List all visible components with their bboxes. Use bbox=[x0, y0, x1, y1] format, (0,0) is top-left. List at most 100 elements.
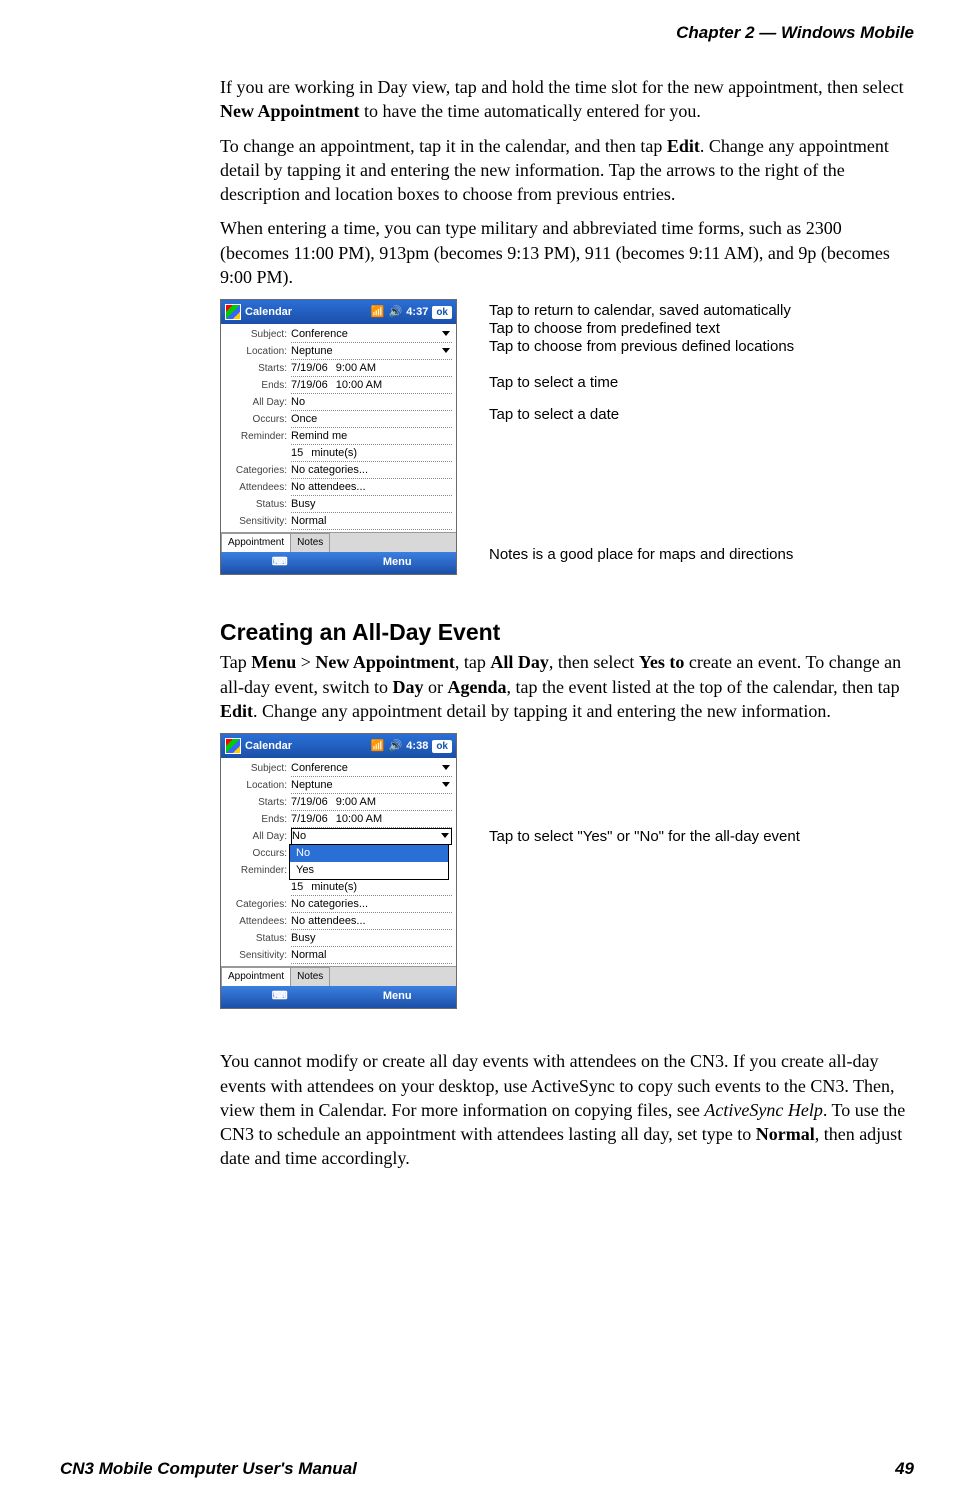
chevron-down-icon[interactable] bbox=[442, 331, 450, 336]
paragraph-allday: Tap Menu > New Appointment, tap All Day,… bbox=[220, 650, 914, 723]
field-allday[interactable]: No bbox=[291, 395, 452, 411]
chevron-down-icon[interactable] bbox=[442, 782, 450, 787]
status-icons: 📶 🔊 4:38 bbox=[371, 739, 428, 754]
label-location: Location: bbox=[225, 345, 291, 359]
figure-appointment-form: Calendar 📶 🔊 4:37 ok Subject:Conference … bbox=[220, 299, 914, 599]
field-location[interactable]: Neptune bbox=[291, 778, 452, 794]
callout-ok: Tap to return to calendar, saved automat… bbox=[489, 301, 791, 321]
label-categories: Categories: bbox=[225, 898, 291, 912]
paragraph-dayview: If you are working in Day view, tap and … bbox=[220, 75, 914, 124]
field-allday-dropdown[interactable]: No bbox=[291, 828, 452, 845]
label-starts: Starts: bbox=[225, 796, 291, 810]
field-status[interactable]: Busy bbox=[291, 931, 452, 947]
clock-text: 4:38 bbox=[406, 739, 428, 754]
label-allday: All Day: bbox=[225, 396, 291, 410]
t: , tap bbox=[455, 652, 491, 672]
callout-notes: Notes is a good place for maps and direc… bbox=[489, 545, 793, 565]
field-starts[interactable]: 7/19/06 9:00 AM bbox=[291, 361, 452, 377]
option-no[interactable]: No bbox=[290, 845, 448, 862]
chevron-down-icon[interactable] bbox=[441, 833, 449, 838]
label-ends: Ends: bbox=[225, 813, 291, 827]
field-sensitivity[interactable]: Normal bbox=[291, 948, 452, 964]
pda-tabs: Appointment Notes bbox=[221, 532, 456, 552]
heading-allday-event: Creating an All-Day Event bbox=[220, 617, 914, 648]
text: To change an appointment, tap it in the … bbox=[220, 136, 667, 156]
callout-date: Tap to select a date bbox=[489, 405, 619, 425]
pda-menubar: ⌨ Menu bbox=[221, 986, 456, 1008]
label-status: Status: bbox=[225, 932, 291, 946]
val: Neptune bbox=[291, 344, 333, 359]
field-subject[interactable]: Conference bbox=[291, 761, 452, 777]
label-reminder: Reminder: bbox=[225, 864, 291, 878]
field-attendees[interactable]: No attendees... bbox=[291, 914, 452, 930]
field-status[interactable]: Busy bbox=[291, 497, 452, 513]
val: Conference bbox=[291, 327, 348, 342]
val-date[interactable]: 7/19/06 bbox=[291, 378, 328, 393]
t: . Change any appointment detail by tappi… bbox=[253, 701, 831, 721]
keyboard-icon[interactable]: ⌨ bbox=[221, 989, 339, 1004]
val-date[interactable]: 7/19/06 bbox=[291, 812, 328, 827]
field-reminder2[interactable]: 15minute(s) bbox=[291, 880, 452, 896]
pda-titlebar[interactable]: Calendar 📶 🔊 4:38 ok bbox=[221, 734, 456, 758]
pda-menubar: ⌨ Menu bbox=[221, 552, 456, 574]
pda-title: Calendar bbox=[245, 305, 292, 320]
field-occurs[interactable]: Once bbox=[291, 412, 452, 428]
val: minute(s) bbox=[311, 880, 357, 895]
ok-button[interactable]: ok bbox=[432, 740, 452, 754]
val-time[interactable]: 9:00 AM bbox=[336, 795, 376, 810]
start-icon[interactable] bbox=[225, 738, 241, 754]
chevron-down-icon[interactable] bbox=[442, 765, 450, 770]
signal-icon: 📶 bbox=[371, 739, 385, 754]
field-categories[interactable]: No categories... bbox=[291, 463, 452, 479]
t: , tap the event listed at the top of the… bbox=[506, 677, 899, 697]
field-reminder2[interactable]: 15minute(s) bbox=[291, 446, 452, 462]
pda-titlebar[interactable]: Calendar 📶 🔊 4:37 ok bbox=[221, 300, 456, 324]
field-sensitivity[interactable]: Normal bbox=[291, 514, 452, 530]
signal-icon: 📶 bbox=[371, 305, 385, 320]
field-ends[interactable]: 7/19/06 10:00 AM bbox=[291, 378, 452, 394]
val-time[interactable]: 10:00 AM bbox=[336, 378, 382, 393]
val: No bbox=[292, 829, 306, 844]
header-chapter: Chapter 2 — Windows Mobile bbox=[60, 22, 914, 45]
label-occurs: Occurs: bbox=[225, 847, 291, 861]
label-status: Status: bbox=[225, 498, 291, 512]
figure2-callouts: Tap to select "Yes" or "No" for the all-… bbox=[457, 733, 489, 1033]
menu-button[interactable]: Menu bbox=[339, 989, 457, 1004]
label-location: Location: bbox=[225, 779, 291, 793]
bold-new-appointment: New Appointment bbox=[220, 101, 360, 121]
callout-subject: Tap to choose from predefined text bbox=[489, 319, 720, 339]
footer-page-number: 49 bbox=[895, 1458, 914, 1481]
val: Conference bbox=[291, 761, 348, 776]
field-reminder1[interactable]: Remind me bbox=[291, 429, 452, 445]
val-date[interactable]: 7/19/06 bbox=[291, 795, 328, 810]
tab-appointment[interactable]: Appointment bbox=[221, 533, 291, 552]
callout-time: Tap to select a time bbox=[489, 373, 618, 393]
label-attendees: Attendees: bbox=[225, 481, 291, 495]
tab-notes[interactable]: Notes bbox=[290, 533, 330, 552]
menu-button[interactable]: Menu bbox=[339, 555, 457, 570]
chevron-down-icon[interactable] bbox=[442, 348, 450, 353]
field-subject[interactable]: Conference bbox=[291, 327, 452, 343]
start-icon[interactable] bbox=[225, 304, 241, 320]
val-date[interactable]: 7/19/06 bbox=[291, 361, 328, 376]
keyboard-icon[interactable]: ⌨ bbox=[221, 555, 339, 570]
val-time[interactable]: 9:00 AM bbox=[336, 361, 376, 376]
b: Agenda bbox=[447, 677, 506, 697]
allday-options[interactable]: No Yes bbox=[289, 844, 449, 880]
field-location[interactable]: Neptune bbox=[291, 344, 452, 360]
tab-notes[interactable]: Notes bbox=[290, 967, 330, 986]
field-ends[interactable]: 7/19/06 10:00 AM bbox=[291, 812, 452, 828]
paragraph-edit: To change an appointment, tap it in the … bbox=[220, 134, 914, 207]
field-attendees[interactable]: No attendees... bbox=[291, 480, 452, 496]
option-yes[interactable]: Yes bbox=[290, 862, 448, 879]
field-starts[interactable]: 7/19/06 9:00 AM bbox=[291, 795, 452, 811]
val-time[interactable]: 10:00 AM bbox=[336, 812, 382, 827]
pda-tabs: Appointment Notes bbox=[221, 966, 456, 986]
val: minute(s) bbox=[311, 446, 357, 461]
callout-allday-select: Tap to select "Yes" or "No" for the all-… bbox=[489, 827, 800, 847]
t: or bbox=[423, 677, 447, 697]
label-sensitivity: Sensitivity: bbox=[225, 515, 291, 529]
field-categories[interactable]: No categories... bbox=[291, 897, 452, 913]
tab-appointment[interactable]: Appointment bbox=[221, 967, 291, 986]
ok-button[interactable]: ok bbox=[432, 306, 452, 320]
